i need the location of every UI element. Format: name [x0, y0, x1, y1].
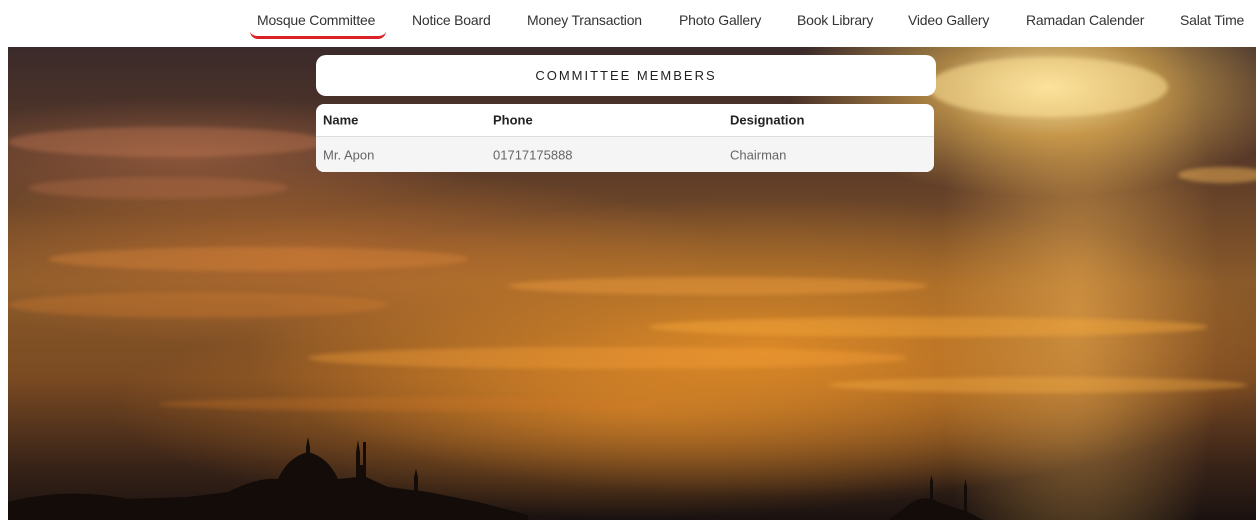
- member-name: Mr. Apon: [323, 147, 375, 162]
- column-header-designation: Designation: [730, 112, 805, 128]
- nav-item-video-gallery[interactable]: Video Gallery: [908, 12, 989, 28]
- column-header-phone: Phone: [493, 112, 533, 128]
- table-row: Mr. Apon 01717175888 Chairman: [316, 137, 934, 172]
- member-phone: 01717175888: [493, 147, 573, 162]
- column-header-name: Name: [323, 112, 359, 128]
- nav-item-ramadan-calender[interactable]: Ramadan Calender: [1026, 12, 1144, 28]
- member-designation: Chairman: [730, 147, 787, 162]
- top-navigation: Mosque Committee Notice Board Money Tran…: [0, 0, 1256, 47]
- nav-item-money-transaction[interactable]: Money Transaction: [527, 12, 642, 28]
- committee-members-title: COMMITTEE MEMBERS: [316, 55, 936, 96]
- nav-item-mosque-committee[interactable]: Mosque Committee: [257, 12, 375, 28]
- nav-item-salat-time[interactable]: Salat Time: [1180, 12, 1244, 28]
- nav-item-photo-gallery[interactable]: Photo Gallery: [679, 12, 761, 28]
- table-header-row: Name Phone Designation: [316, 104, 934, 137]
- nav-item-book-library[interactable]: Book Library: [797, 12, 873, 28]
- committee-members-table: Name Phone Designation Mr. Apon 01717175…: [316, 104, 934, 172]
- nav-item-notice-board[interactable]: Notice Board: [412, 12, 491, 28]
- active-nav-underline: [250, 31, 386, 39]
